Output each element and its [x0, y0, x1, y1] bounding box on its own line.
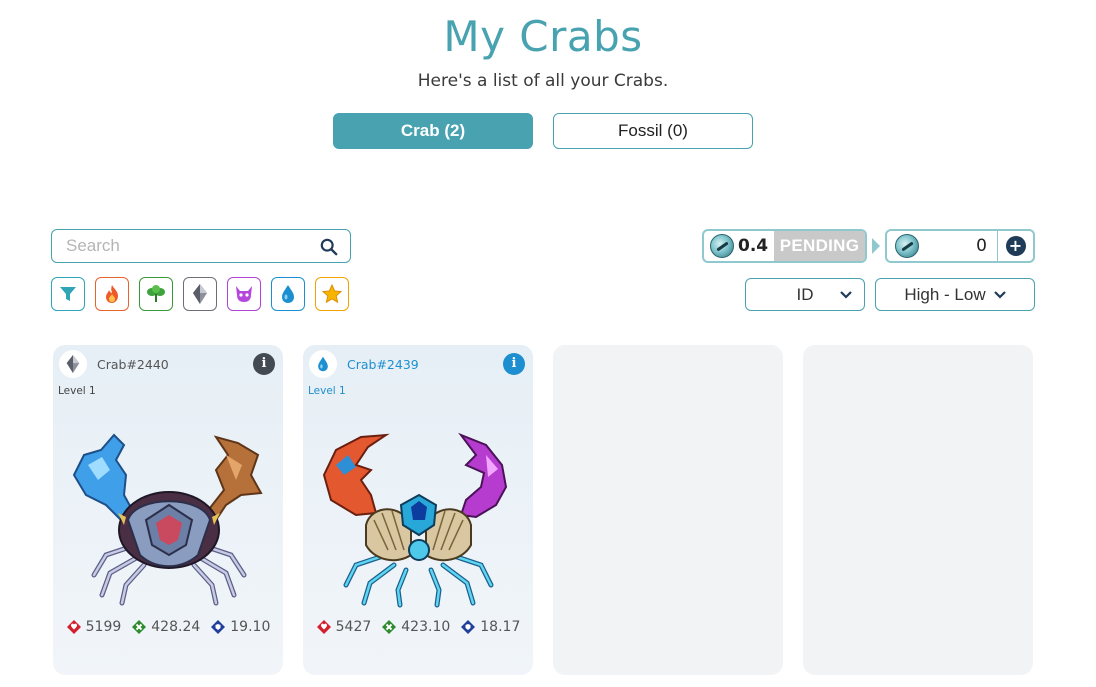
- crab-name[interactable]: Crab#2440: [97, 357, 169, 372]
- token-coin-icon: [895, 234, 919, 258]
- heart-icon: [316, 620, 331, 634]
- filter-demon-button[interactable]: [227, 277, 261, 311]
- water-drop-icon: [318, 356, 328, 372]
- pending-label: PENDING: [774, 231, 865, 261]
- shield-icon: [211, 620, 226, 634]
- info-button[interactable]: i: [503, 353, 525, 375]
- water-drop-icon: [282, 285, 294, 303]
- info-button[interactable]: i: [253, 353, 275, 375]
- shield-icon: [461, 620, 476, 634]
- leaf-icon: [147, 285, 165, 302]
- filter-leaf-button[interactable]: [139, 277, 173, 311]
- defense-value: 19.10: [230, 619, 271, 635]
- sort-order-select[interactable]: High - Low: [875, 278, 1035, 311]
- speed-value: 423.10: [401, 619, 451, 635]
- hp-value: 5199: [85, 619, 122, 635]
- search-box: [51, 229, 351, 263]
- defense-value: 18.17: [480, 619, 521, 635]
- balance-value: 0: [976, 236, 987, 256]
- crab-name[interactable]: Crab#2439: [347, 357, 419, 372]
- pending-amount: 0.4: [738, 236, 769, 256]
- token-coin-icon: [710, 234, 734, 258]
- class-filter-bar: [51, 277, 349, 311]
- sort-order-value: High - Low: [904, 284, 986, 304]
- chevron-down-icon: [993, 290, 1006, 299]
- page-subtitle: Here's a list of all your Crabs.: [417, 71, 669, 91]
- star-icon: [321, 283, 343, 304]
- hp-stat: 5427: [316, 619, 372, 635]
- defense-stat: 19.10: [210, 619, 270, 635]
- crystal-icon: [193, 284, 207, 304]
- search-input[interactable]: [66, 230, 316, 262]
- class-badge: [309, 350, 337, 378]
- sort-field-value: ID: [796, 284, 814, 304]
- empty-card-placeholder: [553, 345, 783, 675]
- crab-image: [322, 432, 508, 608]
- defense-stat: 18.17: [460, 619, 520, 635]
- crystal-icon: [66, 355, 80, 373]
- page-title: My Crabs: [443, 12, 643, 61]
- filter-star-button[interactable]: [315, 277, 349, 311]
- crab-stats: 5427 423.10 18.17: [303, 619, 533, 635]
- search-icon[interactable]: [320, 238, 338, 256]
- filter-fire-button[interactable]: [95, 277, 129, 311]
- filter-button[interactable]: [51, 277, 85, 311]
- pending-rewards[interactable]: 0.4 PENDING: [702, 229, 867, 263]
- crab-card[interactable]: Crab#2439 Level 1 i 5427 423.10 18.17: [303, 345, 533, 675]
- filter-crystal-button[interactable]: [183, 277, 217, 311]
- tab-crab[interactable]: Crab (2): [333, 113, 533, 149]
- empty-card-placeholder: [803, 345, 1033, 675]
- crab-level: Level 1: [308, 385, 346, 397]
- arrow-right-icon: [872, 238, 880, 254]
- heart-icon: [66, 620, 81, 634]
- crab-card[interactable]: Crab#2440 Level 1 i 5199 428.24 19.10: [53, 345, 283, 675]
- speed-icon: [132, 620, 147, 634]
- add-token-button[interactable]: +: [997, 231, 1033, 261]
- sort-field-select[interactable]: ID: [745, 278, 865, 311]
- hp-value: 5427: [335, 619, 372, 635]
- plus-icon: +: [1005, 236, 1026, 256]
- speed-value: 428.24: [151, 619, 201, 635]
- tab-fossil[interactable]: Fossil (0): [553, 113, 753, 149]
- token-balance: 0 +: [885, 229, 1035, 263]
- filter-water-button[interactable]: [271, 277, 305, 311]
- crab-stats: 5199 428.24 19.10: [53, 619, 283, 635]
- filter-icon: [60, 287, 76, 301]
- demon-icon: [236, 286, 252, 302]
- crab-level: Level 1: [58, 385, 96, 397]
- class-badge: [59, 350, 87, 378]
- speed-stat: 423.10: [381, 619, 450, 635]
- chevron-down-icon: [840, 291, 852, 299]
- pending-amount-wrap: 0.4: [704, 231, 774, 261]
- hp-stat: 5199: [66, 619, 122, 635]
- fire-icon: [106, 285, 118, 303]
- speed-icon: [382, 620, 397, 634]
- speed-stat: 428.24: [131, 619, 200, 635]
- crab-image: [72, 433, 263, 606]
